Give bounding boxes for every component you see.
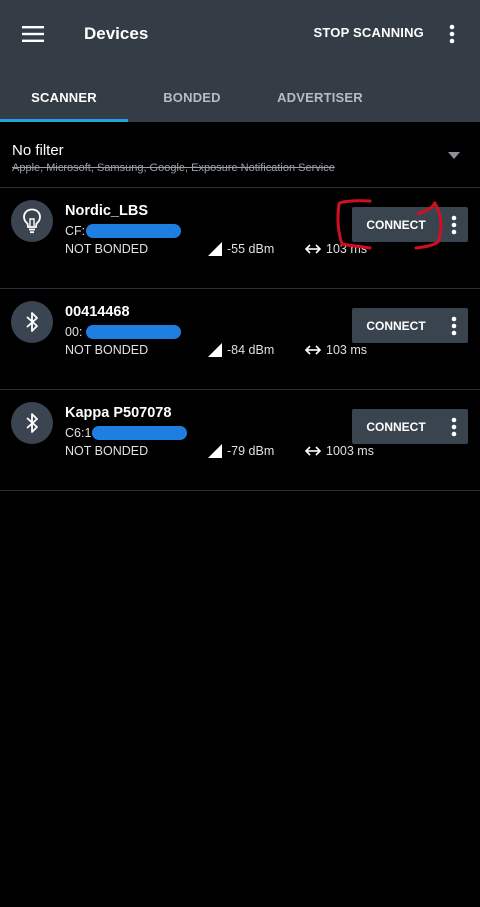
device-avatar <box>11 200 53 242</box>
overflow-menu-button[interactable] <box>440 18 464 50</box>
bond-status: NOT BONDED <box>65 242 149 256</box>
more-vert-icon <box>449 24 455 44</box>
signal-icon <box>208 343 222 357</box>
device-menu-button[interactable] <box>440 308 468 343</box>
rssi-text: -55 dBm <box>227 242 275 256</box>
device-avatar <box>11 301 53 343</box>
signal-icon <box>208 242 222 256</box>
rssi-value: -84 dBm <box>208 343 274 357</box>
bond-status: NOT BONDED <box>65 343 149 357</box>
bluetooth-icon <box>26 413 38 433</box>
interval-text: 1003 ms <box>326 444 374 458</box>
interval-arrows-icon <box>304 345 322 355</box>
more-vert-icon <box>451 215 457 234</box>
signal-icon <box>208 444 222 458</box>
redaction-mark <box>92 426 187 440</box>
tab-scanner[interactable]: SCANNER <box>0 73 128 122</box>
interval-text: 103 ms <box>326 343 367 357</box>
device-address: CF: <box>65 224 86 238</box>
device-name: Kappa P507078 <box>65 405 172 421</box>
filter-bar[interactable]: No filter Apple, Microsoft, Samsung, Goo… <box>0 122 480 188</box>
rssi-value: -55 dBm <box>208 242 274 256</box>
annotation-brackets <box>336 199 443 250</box>
device-menu-button[interactable] <box>440 409 468 444</box>
device-name: 00414468 <box>65 304 130 320</box>
device-row[interactable]: Nordic_LBS CF: NOT BONDED -55 dBm 103 ms… <box>0 188 480 289</box>
device-name: Nordic_LBS <box>65 203 148 219</box>
connect-button[interactable]: CONNECT <box>352 308 440 343</box>
device-address: C6:1 <box>65 426 92 440</box>
connect-button[interactable]: CONNECT <box>352 409 440 444</box>
tab-advertiser[interactable]: ADVERTISER <box>256 73 384 122</box>
device-avatar <box>11 402 53 444</box>
app-bar: Devices STOP SCANNING SCANNER BONDED ADV… <box>0 0 480 122</box>
redaction-mark <box>86 325 181 339</box>
dropdown-arrow-icon[interactable] <box>448 152 460 159</box>
device-row[interactable]: 00414468 00: NOT BONDED -84 dBm 103 ms C… <box>0 289 480 390</box>
redaction-mark <box>86 224 181 238</box>
filter-title: No filter <box>12 142 64 159</box>
interval-value: 103 ms <box>304 343 367 357</box>
rssi-text: -79 dBm <box>227 444 275 458</box>
rssi-value: -79 dBm <box>208 444 274 458</box>
interval-value: 1003 ms <box>304 444 374 458</box>
more-vert-icon <box>451 417 457 436</box>
filter-subtitle: Apple, Microsoft, Samsung, Google, Expos… <box>12 162 335 174</box>
device-row[interactable]: Kappa P507078 C6:1 NOT BONDED -79 dBm 10… <box>0 390 480 491</box>
tab-bonded[interactable]: BONDED <box>128 73 256 122</box>
interval-arrows-icon <box>304 244 322 254</box>
page-title: Devices <box>84 24 149 43</box>
bond-status: NOT BONDED <box>65 444 149 458</box>
menu-button[interactable] <box>14 18 52 50</box>
bluetooth-icon <box>26 312 38 332</box>
connect-group: CONNECT <box>352 409 468 444</box>
connect-group: CONNECT <box>352 308 468 343</box>
hamburger-icon <box>22 26 44 42</box>
device-address: 00: <box>65 325 83 339</box>
stop-scanning-button[interactable]: STOP SCANNING <box>314 25 424 40</box>
tab-bar: SCANNER BONDED ADVERTISER <box>0 73 480 122</box>
more-vert-icon <box>451 316 457 335</box>
interval-arrows-icon <box>304 446 322 456</box>
rssi-text: -84 dBm <box>227 343 275 357</box>
lightbulb-icon <box>23 208 41 234</box>
